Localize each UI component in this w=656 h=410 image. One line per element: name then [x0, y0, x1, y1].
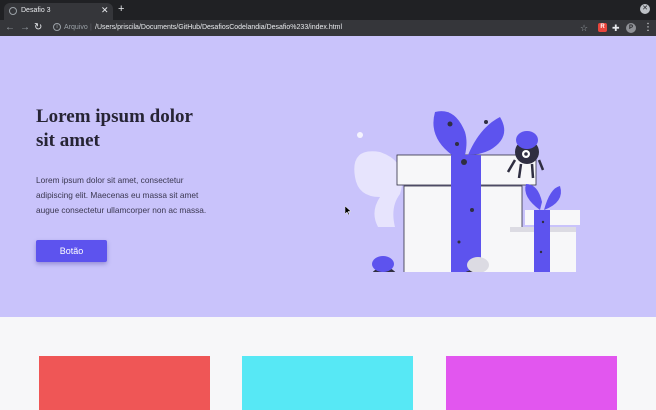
hero-description: Lorem ipsum dolor sit amet, consectetur … [36, 175, 207, 215]
reload-icon[interactable]: ↻ [34, 20, 42, 35]
red-card [39, 356, 210, 410]
browser-tab[interactable]: Desafio 3 ✕ [4, 3, 113, 20]
security-label: Arquivo [64, 24, 88, 31]
browser-tab-bar: Desafio 3 ✕ + ✕ [0, 0, 656, 20]
hero-button[interactable]: Botão [36, 240, 107, 262]
cards-section [0, 317, 656, 410]
tab-title: Desafio 3 [21, 7, 51, 14]
globe-icon [9, 7, 17, 15]
magenta-card [446, 356, 617, 410]
tab-close-icon[interactable]: ✕ [101, 4, 109, 16]
hero-title: Lorem ipsum dolor sit amet [36, 106, 193, 151]
bookmark-star-icon[interactable]: ☆ [580, 21, 588, 35]
window-close-icon[interactable]: ✕ [640, 4, 650, 14]
browser-menu-icon[interactable]: ⋮ [643, 20, 653, 35]
profile-avatar[interactable]: P [626, 23, 636, 33]
extension-icon[interactable]: R [598, 23, 607, 32]
browser-toolbar: ← → ↻ i Arquivo | /Users/priscila/Docume… [0, 20, 656, 36]
mouse-cursor-icon [345, 206, 351, 215]
hero-section: Lorem ipsum dolor sit amet Lorem ipsum d… [0, 36, 656, 317]
url-text[interactable]: /Users/priscila/Documents/GitHub/Desafio… [95, 22, 342, 33]
extensions-puzzle-icon[interactable]: ✚ [612, 21, 620, 35]
address-separator: | [90, 24, 92, 31]
info-icon[interactable]: i [53, 23, 61, 31]
forward-arrow-icon[interactable]: → [20, 20, 30, 35]
back-arrow-icon[interactable]: ← [5, 20, 15, 35]
new-tab-button[interactable]: + [118, 3, 124, 15]
cyan-card [242, 356, 413, 410]
gift-monsters-illustration [354, 111, 580, 272]
address-bar[interactable]: i Arquivo | /Users/priscila/Documents/Gi… [48, 21, 592, 34]
